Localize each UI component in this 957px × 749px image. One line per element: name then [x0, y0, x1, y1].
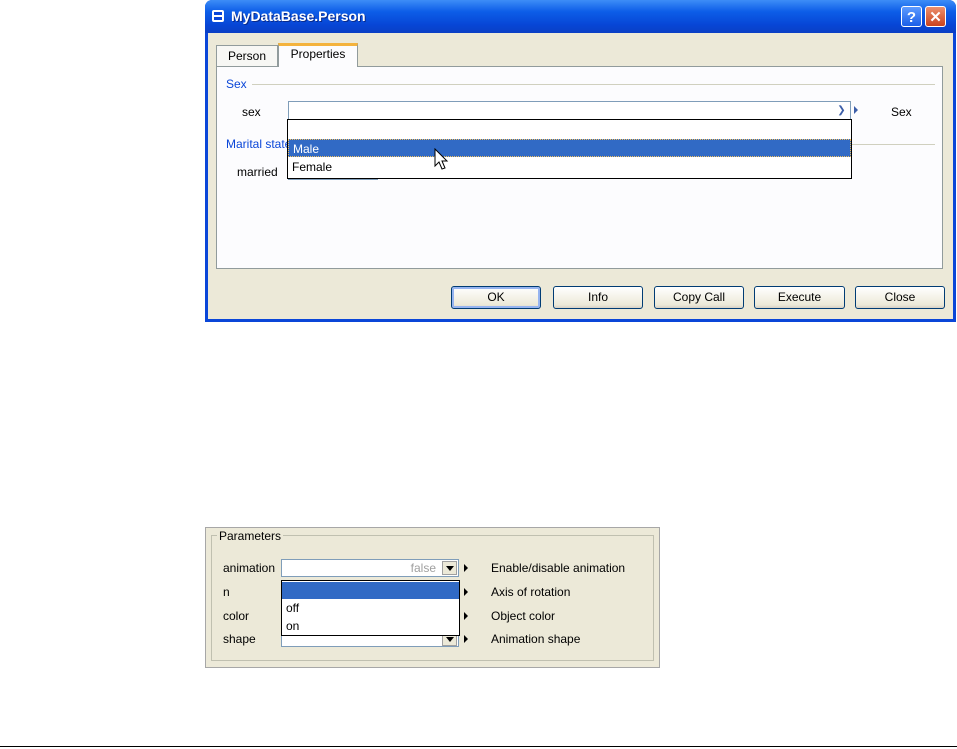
dropdown-option-off[interactable]: off: [282, 599, 459, 617]
ok-button[interactable]: OK: [451, 286, 541, 309]
param-label-animation: animation: [223, 561, 276, 575]
dialog-client: Person Properties Sex sex ❯ Sex Marital …: [208, 33, 953, 319]
dropdown-option-male[interactable]: Male: [288, 139, 851, 157]
menu-arrow-icon[interactable]: [464, 588, 468, 596]
dropdown-option-empty[interactable]: [282, 582, 459, 599]
chevron-down-icon[interactable]: ❯: [834, 103, 849, 118]
dropdown-option-empty[interactable]: [288, 121, 851, 139]
help-button[interactable]: ?: [901, 6, 922, 27]
tab-properties[interactable]: Properties: [278, 43, 358, 67]
menu-arrow-icon[interactable]: [464, 564, 468, 572]
group-title-sex: Sex: [226, 77, 249, 91]
animation-combobox[interactable]: false: [281, 559, 459, 577]
group-title-marital: Marital state: [226, 137, 294, 151]
database-icon: [212, 10, 224, 22]
dropdown-option-on[interactable]: on: [282, 617, 459, 635]
sex-field-label: sex: [242, 105, 261, 119]
close-button[interactable]: Close: [855, 286, 945, 309]
param-desc-animation: Enable/disable animation: [491, 561, 626, 575]
footer-rule: [0, 746, 957, 747]
mouse-cursor-icon: [434, 148, 449, 170]
copy-call-button[interactable]: Copy Call: [654, 286, 744, 309]
menu-arrow-icon[interactable]: [854, 106, 858, 114]
info-button[interactable]: Info: [553, 286, 643, 309]
married-field-label: married: [237, 165, 278, 179]
close-window-button[interactable]: ✕: [925, 6, 946, 27]
title-bar[interactable]: MyDataBase.Person ? ✕: [205, 0, 956, 33]
menu-arrow-icon[interactable]: [464, 635, 468, 643]
parameters-panel: Parameters animation false Enable/disabl…: [205, 527, 660, 668]
sex-dropdown-list: Male Female: [287, 119, 852, 179]
sex-combobox[interactable]: ❯: [288, 101, 851, 120]
param-desc-color: Object color: [491, 609, 556, 623]
dialog-window: MyDataBase.Person ? ✕ Person Properties …: [205, 0, 956, 322]
param-label-color: color: [223, 609, 250, 623]
dropdown-arrow-icon[interactable]: [442, 561, 457, 575]
parameters-title: Parameters: [217, 529, 284, 543]
dialog-title: MyDataBase.Person: [231, 8, 366, 24]
menu-arrow-icon[interactable]: [464, 612, 468, 620]
execute-button[interactable]: Execute: [754, 286, 845, 309]
param-label-shape: shape: [223, 632, 256, 646]
sex-description: Sex: [891, 105, 912, 119]
param-desc-n: Axis of rotation: [491, 585, 571, 599]
dropdown-option-female[interactable]: Female: [288, 158, 851, 176]
param-label-n: n: [223, 585, 230, 599]
param-desc-shape: Animation shape: [491, 632, 581, 646]
animation-dropdown-list: off on: [281, 580, 460, 636]
group-divider: [252, 84, 935, 85]
tab-person[interactable]: Person: [216, 45, 278, 67]
animation-value: false: [410, 561, 436, 575]
